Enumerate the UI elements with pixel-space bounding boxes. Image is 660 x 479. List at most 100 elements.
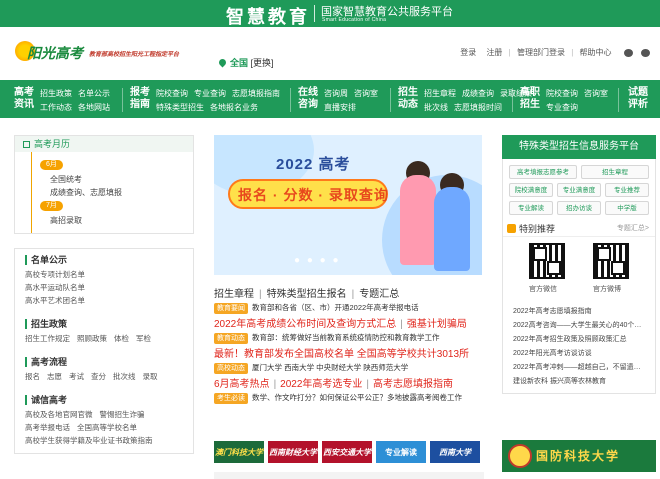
nav-link-major-query[interactable]: 专业查询 (194, 89, 226, 98)
nav-link-work[interactable]: 工作动态 (40, 103, 72, 112)
calendar-item[interactable]: 高招录取 (50, 214, 193, 227)
headline-link[interactable]: 最新！教育部发布全国高校名单 全国高等学校共计3013所 (214, 349, 469, 360)
location-switch[interactable]: [更换] (251, 58, 274, 68)
university-banner[interactable]: 国防科技大学 (502, 440, 656, 472)
university-logo[interactable]: 专业解读 (376, 441, 426, 463)
recommend-item[interactable]: 2022高考咨询——大学生最关心的40个… (513, 319, 645, 333)
section-link[interactable]: 报名 (25, 372, 40, 381)
nav-link-sites[interactable]: 各地网站 (78, 103, 110, 112)
university-logo[interactable]: 澳门科技大学 (214, 441, 264, 463)
weibo-icon[interactable] (623, 48, 633, 57)
nav-link-score[interactable]: 成绩查询 (462, 89, 494, 98)
news-link[interactable]: 数学、作文咋打分？如何保证公平公正？多地披露高考阅卷工作 (252, 393, 462, 402)
section-link[interactable]: 招生工作规定 (25, 334, 70, 343)
quick-link-button[interactable]: 专业推荐 (605, 183, 649, 197)
nav-main-vocational[interactable]: 高职招生 (520, 87, 542, 111)
quick-link-button[interactable]: 院校满意度 (509, 183, 553, 197)
news-head-link[interactable]: 专题汇总 (359, 289, 399, 300)
section-link[interactable]: 军检 (136, 334, 151, 343)
nav-main-guide[interactable]: 报考指南 (130, 87, 152, 111)
quick-link-button[interactable]: 招办访谈 (557, 201, 601, 215)
header-links: 登录 注册 | 管理部门登录 | 帮助中心 (456, 47, 650, 58)
special-platform-header[interactable]: 特殊类型招生信息服务平台 (502, 135, 656, 159)
quick-link-button[interactable]: 专业解读 (509, 201, 553, 215)
quick-link-button[interactable]: 招生章程 (581, 165, 649, 179)
news-row: 教育动态 教育部：统筹做好当前教育系统疫情防控和教育教学工作 (214, 332, 484, 344)
nav-link-registration[interactable]: 各地报名业务 (210, 103, 258, 112)
nav-link-batch-line[interactable]: 批次线 (424, 103, 448, 112)
headline-link[interactable]: 强基计划骗局 (407, 319, 467, 330)
student-illustration (400, 175, 436, 265)
section-link[interactable]: 高校专项计划名单 (25, 270, 85, 279)
login-link[interactable]: 登录 (460, 48, 476, 57)
quick-link-button[interactable]: 中学版 (605, 201, 649, 215)
quick-link-button[interactable]: 高考填报志愿参考 (509, 165, 577, 179)
help-center-link[interactable]: 帮助中心 (580, 48, 612, 57)
university-emblem-icon (508, 444, 532, 468)
nav-group-news: 高考资讯 招生政策 名单公示 工作动态 各地网站 (14, 85, 114, 115)
section-link[interactable]: 高校学生获得学籍及毕业证书政策指南 (25, 436, 153, 445)
section-link[interactable]: 考试 (69, 372, 84, 381)
nav-main-dynamics[interactable]: 招生动态 (398, 87, 420, 111)
recommend-more-link[interactable]: 专题汇总> (617, 221, 649, 237)
nav-link-lists[interactable]: 名单公示 (78, 89, 110, 98)
nav-link-special[interactable]: 特殊类型招生 (156, 103, 204, 112)
quick-link-button[interactable]: 专业满意度 (557, 183, 601, 197)
news-link[interactable]: 教育部和各省（区、市）开通2022年高考举报电话 (252, 303, 419, 312)
section-link[interactable]: 全国高等学校名单 (77, 423, 137, 432)
headline-link[interactable]: 高考志愿填报指南 (373, 379, 453, 390)
section-link[interactable]: 查分 (91, 372, 106, 381)
nav-link-consult-room[interactable]: 咨询室 (354, 89, 378, 98)
headline-link[interactable]: 6月高考热点 (214, 379, 270, 390)
nav-link-live[interactable]: 直播安排 (324, 103, 356, 112)
nav-link-voc-major[interactable]: 专业查询 (546, 103, 578, 112)
register-link[interactable]: 注册 (486, 48, 502, 57)
section-link[interactable]: 批次线 (113, 372, 136, 381)
university-logo[interactable]: 西南大学 (430, 441, 480, 463)
news-head-link[interactable]: 招生章程 (214, 289, 254, 300)
nav-main-consult[interactable]: 在线咨询 (298, 87, 320, 111)
section-link[interactable]: 高考举报电话 (25, 423, 70, 432)
nav-main-exam[interactable]: 试题评析 (628, 87, 650, 111)
nav-main-news[interactable]: 高考资讯 (14, 87, 36, 111)
nav-link-consult-week[interactable]: 咨询周 (324, 89, 348, 98)
nav-link-volunteer-guide[interactable]: 志愿填报指南 (232, 89, 280, 98)
university-logo[interactable]: 西南财经大学 (268, 441, 318, 463)
carousel-dots[interactable]: ● ● ● ● (294, 255, 341, 266)
section-link[interactable]: 体检 (114, 334, 129, 343)
recommend-item[interactable]: 2022年高考志愿填报指南 (513, 305, 645, 319)
section-policy: 招生政策 招生工作规定 照顾政策 体检 军检 (15, 313, 193, 351)
nav-link-voc-consult[interactable]: 咨询室 (584, 89, 608, 98)
section-link[interactable]: 高校及各地官网官微 (25, 410, 93, 419)
hero-banner[interactable]: 2022 高考 报名 · 分数 · 录取查询 ● ● ● ● (214, 135, 482, 275)
location-selector[interactable]: 全国 [更换] (217, 56, 274, 69)
nav-link-school-query[interactable]: 院校查询 (156, 89, 188, 98)
section-link[interactable]: 警惕招生诈骗 (100, 410, 145, 419)
university-logo[interactable]: 西安交通大学 (322, 441, 372, 463)
nav-link-volunteer-time[interactable]: 志愿填报时间 (454, 103, 502, 112)
section-link[interactable]: 照顾政策 (77, 334, 107, 343)
logo-slogan: 教育部高校招生阳光工程指定平台 (89, 52, 180, 58)
news-head-link[interactable]: 特殊类型招生报名 (267, 289, 347, 300)
quick-links-box: 高考填报志愿参考 招生章程 院校满意度 专业满意度 专业推荐 专业解读 招办访谈… (502, 159, 656, 394)
recommend-item[interactable]: 2022年高考冲刺——超越自己，不留遗… (513, 361, 645, 375)
section-link[interactable]: 高水平运动队名单 (25, 283, 85, 292)
site-logo[interactable]: 阳光高考 教育部高校招生阳光工程指定平台 (15, 41, 193, 67)
news-link[interactable]: 教育部：统筹做好当前教育系统疫情防控和教育教学工作 (252, 333, 440, 342)
admin-login-link[interactable]: 管理部门登录 (517, 48, 565, 57)
recommend-item[interactable]: 2022年阳光高考访谈访谈 (513, 347, 645, 361)
wechat-icon[interactable] (641, 48, 650, 57)
section-link[interactable]: 录取 (143, 372, 158, 381)
calendar-item[interactable]: 全国统考 (50, 173, 193, 186)
nav-link-charter[interactable]: 招生章程 (424, 89, 456, 98)
recommend-item[interactable]: 2022年高考招生政策及照顾政策汇总 (513, 333, 645, 347)
nav-link-voc-school[interactable]: 院校查询 (546, 89, 578, 98)
section-link[interactable]: 志愿 (47, 372, 62, 381)
recommend-item[interactable]: 建设新农科 振兴高等农林教育 (513, 375, 645, 389)
headline-link[interactable]: 2022年高考选专业 (280, 379, 362, 390)
nav-link-policy[interactable]: 招生政策 (40, 89, 72, 98)
calendar-item[interactable]: 成绩查询、志愿填报 (50, 186, 193, 199)
section-link[interactable]: 高水平艺术团名单 (25, 296, 85, 305)
headline-link[interactable]: 2022年高考成绩公布时间及查询方式汇总 (214, 319, 396, 330)
news-link[interactable]: 厦门大学 西南大学 中央财经大学 陕西师范大学 (252, 363, 408, 372)
